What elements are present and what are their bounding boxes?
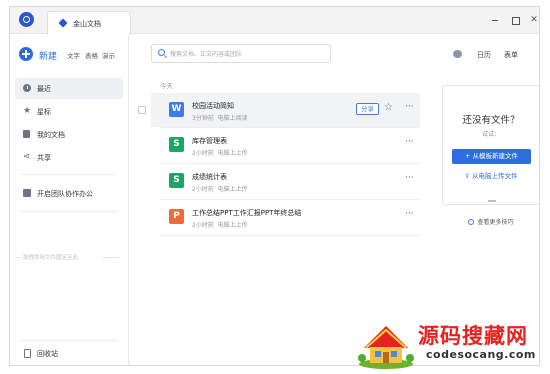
search-input[interactable]	[170, 48, 328, 60]
tab-label: 金山文档	[73, 20, 101, 28]
empty-title: 还没有文件？	[462, 115, 520, 126]
table-row[interactable]: P 工作总结PPT工作汇报PPT年终总结 2小时前 电脑上上传 ···	[151, 200, 420, 234]
upload-icon: ⇪	[464, 172, 472, 180]
app-logo-icon[interactable]	[19, 12, 34, 27]
file-meta: 3分钟前 电脑上阅读	[192, 115, 248, 122]
more-icon[interactable]: ···	[405, 101, 414, 113]
kdocs-icon	[58, 18, 68, 28]
watermark: 源码搜藏网 codesocang.com	[348, 318, 548, 372]
sidebar-item-recycle-bin[interactable]: 回收站	[15, 345, 123, 363]
more-tips-link[interactable]: 查看更多技巧	[442, 217, 539, 226]
more-icon[interactable]: ···	[405, 136, 414, 148]
message-icon[interactable]	[453, 50, 462, 58]
more-icon[interactable]: ···	[405, 172, 414, 184]
sidebar-divider	[20, 174, 118, 175]
file-name: 库存管理表	[192, 137, 227, 145]
watermark-url: codesocang.com	[426, 348, 536, 361]
search-icon	[158, 49, 165, 56]
new-writer-link[interactable]: 文字	[67, 50, 80, 60]
pin-hint: 拖拽常用文件固定至此	[23, 255, 79, 261]
sidebar-item-label: 共享	[37, 154, 51, 162]
file-meta: 2小时前 电脑上上传	[192, 222, 248, 229]
close-button[interactable]: ✕	[529, 15, 539, 25]
row-divider	[160, 235, 420, 236]
new-from-template-button[interactable]: + 从模板新建文件	[452, 149, 531, 164]
file-name: 工作总结PPT工作汇报PPT年终总结	[192, 209, 302, 217]
hint-line	[103, 257, 119, 258]
empty-state-panel: 还没有文件？ 试试： + 从模板新建文件 ⇪ 从电脑上传文件	[442, 85, 539, 205]
share-icon: ⋖	[23, 152, 31, 162]
sidebar-item-label: 最近	[37, 85, 51, 93]
search-box[interactable]	[151, 44, 331, 63]
form-link[interactable]: 表单	[504, 50, 518, 60]
app-window: 金山文档 ✕ 新建 文字 表格 演示 最近 ★ 星标 我的文档 ⋖ 共享 开启团…	[9, 6, 540, 366]
section-label-today: 今天	[160, 82, 173, 90]
calendar-link[interactable]: 日历	[477, 50, 491, 60]
maximize-button[interactable]	[510, 15, 520, 25]
clock-icon	[23, 84, 31, 92]
new-slides-link[interactable]: 演示	[102, 50, 115, 60]
sheet-file-icon: S	[169, 137, 184, 152]
sidebar-item-team[interactable]: 开启团队协作办公	[15, 183, 123, 204]
sidebar-item-starred[interactable]: ★ 星标	[15, 101, 123, 122]
sidebar-divider	[20, 340, 118, 341]
sidebar-item-recent[interactable]: 最近	[15, 78, 123, 99]
file-name: 校园活动简知	[192, 102, 234, 110]
sidebar-divider	[20, 211, 118, 212]
sidebar-item-label: 我的文档	[37, 131, 65, 139]
file-name: 成绩统计表	[192, 173, 227, 181]
new-button[interactable]: 新建	[39, 49, 57, 62]
sheet-file-icon: S	[169, 173, 184, 188]
star-icon: ★	[23, 106, 32, 116]
table-row[interactable]: S 库存管理表 2小时前 电脑上上传 ···	[151, 128, 420, 162]
star-icon[interactable]: ☆	[384, 102, 393, 114]
hint-line	[16, 257, 21, 258]
row-checkbox[interactable]	[138, 106, 146, 114]
new-plus-icon[interactable]	[19, 47, 33, 61]
sidebar-item-label: 星标	[37, 108, 51, 116]
file-meta: 2小时前 电脑上上传	[192, 186, 248, 193]
watermark-title: 源码搜藏网	[418, 324, 528, 348]
empty-subtitle: 试试：	[481, 131, 500, 138]
new-sheet-link[interactable]: 表格	[85, 50, 98, 60]
sidebar-item-my-docs[interactable]: 我的文档	[15, 124, 123, 145]
upload-from-computer-link[interactable]: ⇪ 从电脑上传文件	[443, 170, 539, 180]
pager-dot	[488, 200, 496, 202]
writer-file-icon: W	[169, 102, 184, 117]
table-row[interactable]: W 校园活动简知 3分钟前 电脑上阅读 分享 ☆ ···	[151, 93, 420, 127]
slides-file-icon: P	[169, 209, 184, 224]
table-row[interactable]: S 成绩统计表 2小时前 电脑上上传 ···	[151, 164, 420, 198]
share-button[interactable]: 分享	[356, 103, 379, 115]
tab-kdocs[interactable]: 金山文档	[47, 11, 131, 35]
minimize-button[interactable]	[490, 15, 500, 25]
sidebar-item-label: 开启团队协作办公	[37, 190, 93, 198]
sidebar-item-shared[interactable]: ⋖ 共享	[15, 147, 123, 168]
watermark-house-logo	[358, 326, 414, 369]
lightbulb-icon	[468, 219, 475, 225]
sidebar-item-label: 回收站	[37, 350, 58, 358]
file-meta: 2小时前 电脑上上传	[192, 150, 248, 157]
document-icon	[23, 130, 30, 138]
sidebar: 新建 文字 表格 演示 最近 ★ 星标 我的文档 ⋖ 共享 开启团队协作办公 拖…	[10, 35, 129, 365]
trash-icon	[24, 349, 31, 358]
more-icon[interactable]: ···	[405, 208, 414, 220]
team-icon	[23, 189, 31, 197]
title-bar: 金山文档 ✕	[10, 7, 539, 35]
